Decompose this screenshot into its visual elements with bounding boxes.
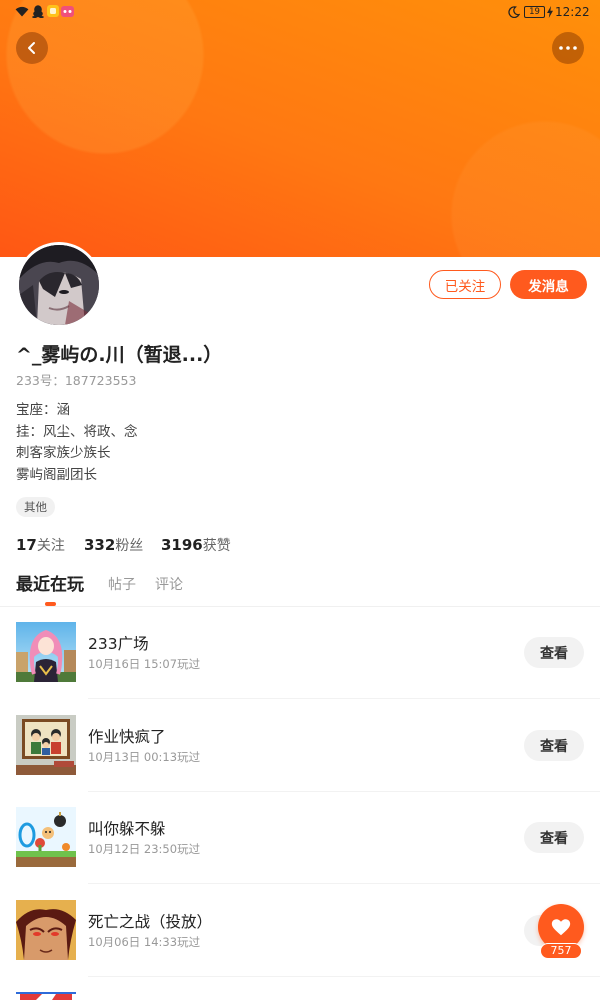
stat-label: 粉丝 [115, 538, 144, 554]
divider [88, 883, 600, 884]
game-list-item[interactable]: 作业快疯了 10月13日 00:13玩过 查看 [0, 715, 600, 792]
stat-count: 332 [84, 536, 116, 554]
game-played-time: 10月13日 00:13玩过 [88, 750, 201, 764]
stat-following[interactable]: 17关注 [16, 535, 65, 556]
moon-icon [508, 6, 520, 18]
tab-recently-played[interactable]: 最近在玩 [16, 574, 84, 596]
bio-line: 挂：风尘、将政、念 [16, 423, 138, 440]
wifi-icon [15, 6, 29, 17]
stat-count: 3196 [161, 536, 203, 554]
like-count-badge: 757 [540, 943, 582, 959]
profile-header-banner [0, 0, 600, 257]
charging-icon [547, 6, 553, 18]
avatar[interactable] [16, 242, 102, 328]
followed-button[interactable]: 已关注 [429, 270, 501, 299]
game-title: 作业快疯了 [88, 728, 166, 746]
game-played-time: 10月12日 23:50玩过 [88, 842, 201, 856]
divider [0, 606, 600, 607]
bio-line: 雾屿阁副团长 [16, 466, 97, 483]
game-thumbnail [16, 900, 76, 960]
divider [88, 976, 600, 977]
game-thumbnail [16, 715, 76, 775]
stat-count: 17 [16, 536, 37, 554]
stat-label: 关注 [36, 538, 65, 554]
profile-bio: 宝座：涵 挂：风尘、将政、念 刺客家族少族长 雾屿阁副团长 [16, 400, 138, 486]
game-list-item[interactable]: 死亡之战（投放） 10月06日 14:33玩过 [0, 900, 600, 977]
stat-likes[interactable]: 3196获赞 [161, 535, 231, 556]
game-title: 叫你躲不躲 [88, 820, 166, 838]
back-icon [28, 42, 35, 54]
view-button[interactable]: 查看 [524, 637, 584, 668]
game-title: 死亡之战（投放） [88, 913, 213, 931]
view-button[interactable]: 查看 [524, 822, 584, 853]
avatar-image [19, 245, 99, 325]
battery-icon: 19 [524, 6, 545, 18]
profile-name: ^_雾屿の.川（暂退...） [16, 344, 223, 366]
battery-level: 19 [529, 7, 540, 17]
game-thumbnail [16, 622, 76, 682]
bio-line: 宝座：涵 [16, 402, 70, 418]
game-played-time: 10月06日 14:33玩过 [88, 935, 201, 949]
send-message-button[interactable]: 发消息 [510, 270, 587, 299]
game-list-item[interactable]: 233广场 10月16日 15:07玩过 查看 [0, 622, 600, 699]
tab-posts[interactable]: 帖子 [108, 574, 136, 596]
app-notification-icon [61, 6, 74, 17]
divider [88, 791, 600, 792]
game-thumbnail[interactable] [16, 992, 76, 1000]
profile-id: 233号：187723553 [16, 373, 137, 388]
stat-label: 获赞 [202, 538, 231, 554]
tab-comments[interactable]: 评论 [155, 574, 183, 596]
stat-followers[interactable]: 332粉丝 [84, 535, 143, 556]
more-button[interactable] [552, 32, 584, 64]
game-played-time: 10月16日 15:07玩过 [88, 657, 201, 671]
game-thumbnail [16, 807, 76, 867]
status-time: 12:22 [555, 5, 590, 19]
more-icon [559, 46, 577, 50]
back-button[interactable] [16, 32, 48, 64]
heart-icon [551, 919, 571, 936]
divider [88, 698, 600, 699]
game-title: 233广场 [88, 635, 149, 653]
qq-icon [32, 5, 44, 18]
app-notification-icon [47, 5, 59, 17]
view-button[interactable]: 查看 [524, 730, 584, 761]
game-list-item[interactable]: 叫你躲不躲 10月12日 23:50玩过 查看 [0, 807, 600, 884]
status-bar: 19 12:22 [0, 0, 600, 24]
profile-tag: 其他 [16, 497, 55, 517]
bio-line: 刺客家族少族长 [16, 445, 111, 462]
